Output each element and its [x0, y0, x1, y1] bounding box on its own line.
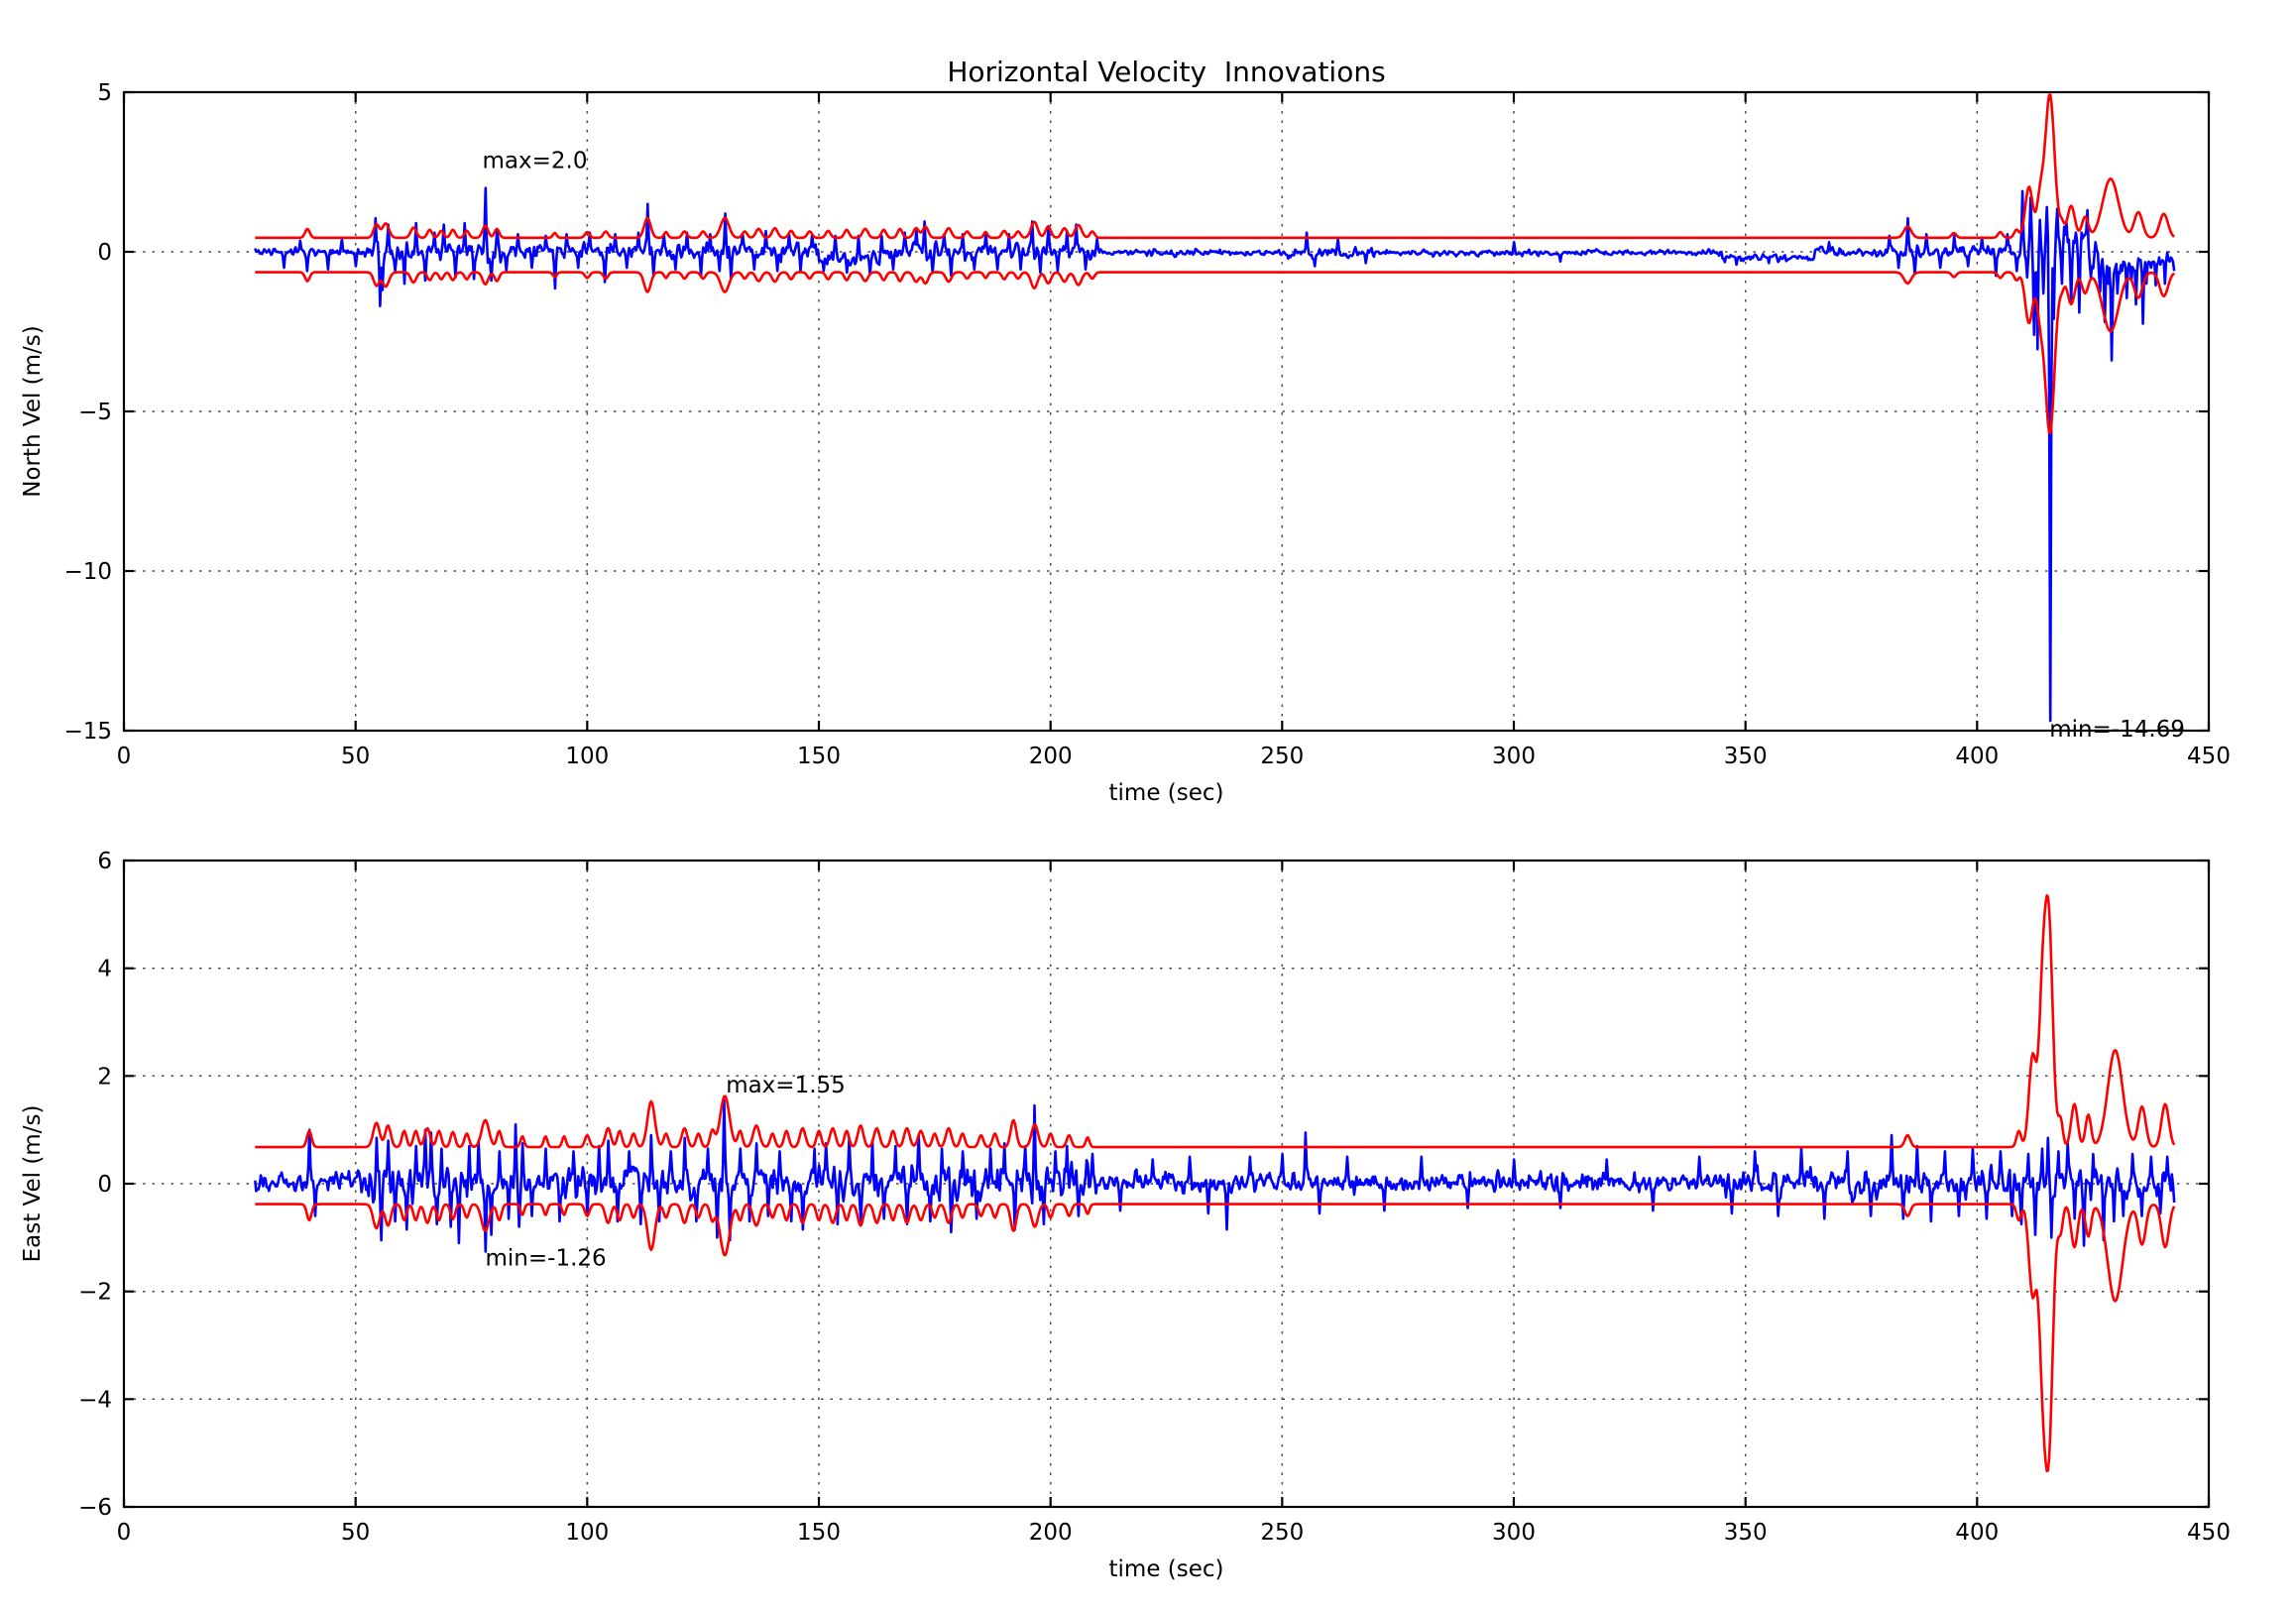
svg-text:250: 250: [1260, 744, 1304, 769]
svg-text:350: 350: [1724, 1520, 1768, 1546]
svg-text:5: 5: [97, 80, 112, 106]
east-annotation-min: min=-1.26: [486, 1246, 607, 1272]
east-xaxis-label: time (sec): [1109, 1556, 1224, 1582]
north-yaxis-label: North Vel (m/s): [20, 325, 46, 498]
svg-text:400: 400: [1955, 744, 1999, 769]
svg-text:300: 300: [1492, 1520, 1536, 1546]
svg-text:450: 450: [2187, 744, 2231, 769]
east-yaxis-label: East Vel (m/s): [20, 1105, 46, 1263]
svg-text:−4: −4: [78, 1387, 112, 1413]
svg-text:350: 350: [1724, 744, 1768, 769]
svg-text:4: 4: [97, 957, 112, 982]
svg-text:300: 300: [1492, 744, 1536, 769]
svg-text:0: 0: [117, 744, 132, 769]
north-xaxis-label: time (sec): [1109, 780, 1224, 806]
svg-text:400: 400: [1955, 1520, 1999, 1546]
svg-text:100: 100: [565, 1520, 609, 1546]
svg-text:150: 150: [797, 744, 841, 769]
north-annotation-max: max=2.0: [483, 149, 588, 174]
svg-text:2: 2: [97, 1064, 112, 1090]
svg-text:−10: −10: [63, 559, 112, 585]
svg-text:−15: −15: [63, 719, 112, 745]
east-annotation-max: max=1.55: [726, 1073, 846, 1098]
svg-text:200: 200: [1029, 744, 1073, 769]
north-annotation-min: min=-14.69: [2049, 717, 2185, 743]
svg-text:100: 100: [565, 744, 609, 769]
svg-text:50: 50: [341, 1520, 370, 1546]
svg-text:150: 150: [797, 1520, 841, 1546]
svg-text:200: 200: [1029, 1520, 1073, 1546]
svg-text:−5: −5: [78, 400, 112, 425]
svg-text:250: 250: [1260, 1520, 1304, 1546]
svg-text:−6: −6: [78, 1495, 112, 1521]
svg-text:50: 50: [341, 744, 370, 769]
svg-text:450: 450: [2187, 1520, 2231, 1546]
svg-text:−2: −2: [78, 1280, 112, 1306]
svg-text:0: 0: [97, 1172, 112, 1198]
chart-title: Horizontal Velocity Innovations: [947, 56, 1385, 88]
figure: 05010015020025030035040045050−5−10−15tim…: [0, 0, 2296, 1610]
svg-text:6: 6: [97, 849, 112, 874]
svg-text:0: 0: [97, 240, 112, 266]
svg-text:0: 0: [117, 1520, 132, 1546]
horizontal-velocity-innovations-chart: 05010015020025030035040045050−5−10−15tim…: [0, 0, 2296, 1610]
